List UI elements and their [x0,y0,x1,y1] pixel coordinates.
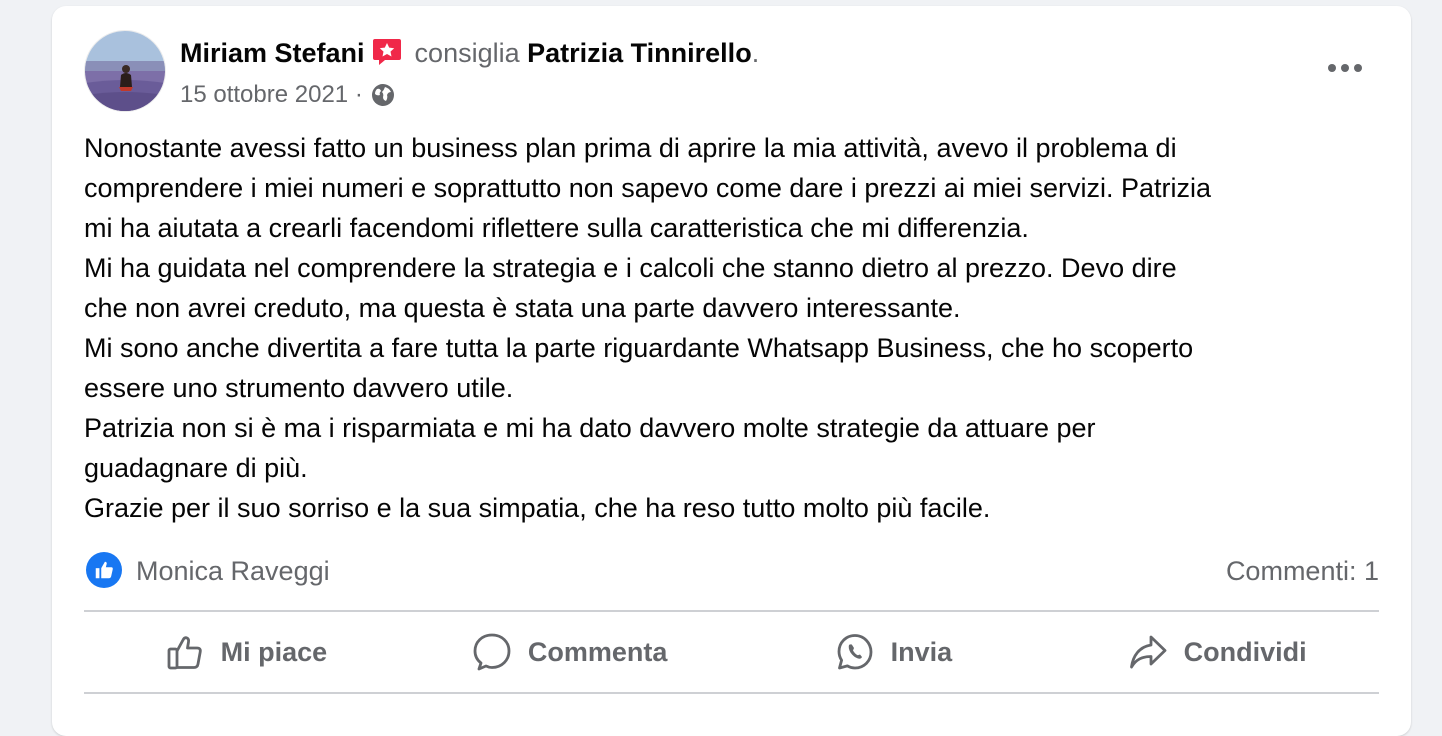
divider [84,610,1379,612]
post-text: Nonostante avessi fatto un business plan… [84,128,1384,528]
divider [84,692,1379,694]
globe-icon [371,83,395,107]
meta-separator: · [354,81,363,108]
recommended-page-name[interactable]: Patrizia Tinnirello [527,38,752,68]
recommend-star-icon [371,36,403,68]
post-meta: 15 ottobre 2021 · [180,80,395,110]
post-text-line: che non avrei creduto, ma questa è stata… [84,293,961,323]
post-text-line: guadagnare di più. [84,453,308,483]
more-horizontal-icon [1328,64,1362,72]
reactor-name[interactable]: Monica Raveggi [136,555,330,587]
like-button-label: Mi piace [220,636,328,667]
reactions-summary: Monica Raveggi Commenti: 1 [84,549,1379,593]
author-line: Miriam Stefani consiglia Patrizia Tinnire… [180,36,759,70]
share-button[interactable]: Condividi [1055,618,1379,686]
more-options-button[interactable] [1323,46,1367,90]
post-text-line: Grazie per il suo sorriso e la sua simpa… [84,493,991,523]
comment-count[interactable]: Commenti: 1 [1226,555,1379,587]
thumbs-up-icon [165,632,205,672]
author-name[interactable]: Miriam Stefani [180,38,365,68]
post-header: Miriam Stefani consiglia Patrizia Tinnire… [84,30,1379,112]
avatar[interactable] [84,30,166,112]
post-text-line: comprendere i miei numeri e soprattutto … [84,173,1211,203]
recommend-verb: consiglia [414,38,520,68]
post-text-line: Patrizia non si è ma i risparmiata e mi … [84,413,1096,443]
post-card: Miriam Stefani consiglia Patrizia Tinnire… [52,6,1411,736]
post-text-line: Nonostante avessi fatto un business plan… [84,133,1177,163]
post-text-line: Mi sono anche divertita a fare tutta la … [84,333,1194,363]
post-text-line: mi ha aiutata a crearli facendomi riflet… [84,213,1029,243]
share-arrow-icon [1128,632,1168,672]
send-button-label: Invia [890,636,953,667]
send-button[interactable]: Invia [732,618,1056,686]
action-bar: Mi piace Commenta Invia Condividi [84,618,1379,686]
whatsapp-icon [835,632,875,672]
like-badge-icon[interactable] [86,552,122,588]
post-date[interactable]: 15 ottobre 2021 [180,81,348,108]
like-button[interactable]: Mi piace [84,618,408,686]
comment-bubble-icon [472,632,512,672]
comment-button[interactable]: Commenta [408,618,732,686]
post-text-line: essere uno strumento davvero utile. [84,373,514,403]
page-name-period: . [751,38,760,68]
share-button-label: Condividi [1183,636,1307,667]
post-text-line: Mi ha guidata nel comprendere la strateg… [84,253,1177,283]
comment-button-label: Commenta [527,636,668,667]
